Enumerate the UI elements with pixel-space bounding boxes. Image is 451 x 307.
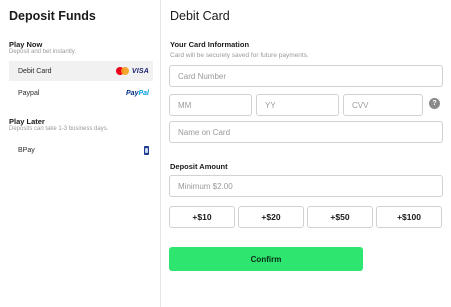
play-later-subtitle: Deposits can take 1-3 business days. [9,126,109,132]
quick-amount-100-button[interactable]: +$100 [376,206,442,228]
quick-amount-20-button[interactable]: +$20 [238,206,304,228]
method-label: BPay [18,146,35,154]
quick-amount-50-button[interactable]: +$50 [307,206,373,228]
question-circle-icon[interactable]: ? [429,98,440,109]
deposit-methods-panel: Deposit Funds Play Now Deposit and bet i… [0,0,161,307]
play-later-title: Play Later [9,117,45,126]
card-info-hint: Card will be securely saved for future p… [170,52,309,59]
panel-title: Deposit Funds [9,9,96,23]
deposit-amount-title: Deposit Amount [170,162,228,171]
debit-card-form: Debit Card Your Card Information Card wi… [161,0,451,307]
play-now-subtitle: Deposit and bet instantly. [9,49,76,55]
deposit-amount-field[interactable]: Minimum $2.00 [169,175,443,197]
mastercard-logo-icon [115,67,129,75]
method-paypal[interactable]: Paypal PayPal [9,83,153,103]
page-title: Debit Card [170,9,230,23]
visa-logo-icon: VISA [131,67,149,75]
confirm-button[interactable]: Confirm [169,247,363,271]
cvv-field[interactable]: CVV [343,94,423,116]
method-debit-card[interactable]: Debit Card VISA [9,61,153,81]
play-now-title: Play Now [9,40,43,49]
card-info-title: Your Card Information [170,40,250,49]
method-label: Debit Card [18,67,52,75]
expiry-month-field[interactable]: MM [169,94,252,116]
method-bpay[interactable]: BPay [9,140,153,160]
method-label: Paypal [18,89,40,97]
card-number-field[interactable]: Card Number [169,65,443,87]
bpay-logo-icon [144,145,149,155]
expiry-year-field[interactable]: YY [256,94,339,116]
paypal-logo-icon: PayPal [126,89,149,97]
quick-amount-10-button[interactable]: +$10 [169,206,235,228]
name-on-card-field[interactable]: Name on Card [169,121,443,143]
